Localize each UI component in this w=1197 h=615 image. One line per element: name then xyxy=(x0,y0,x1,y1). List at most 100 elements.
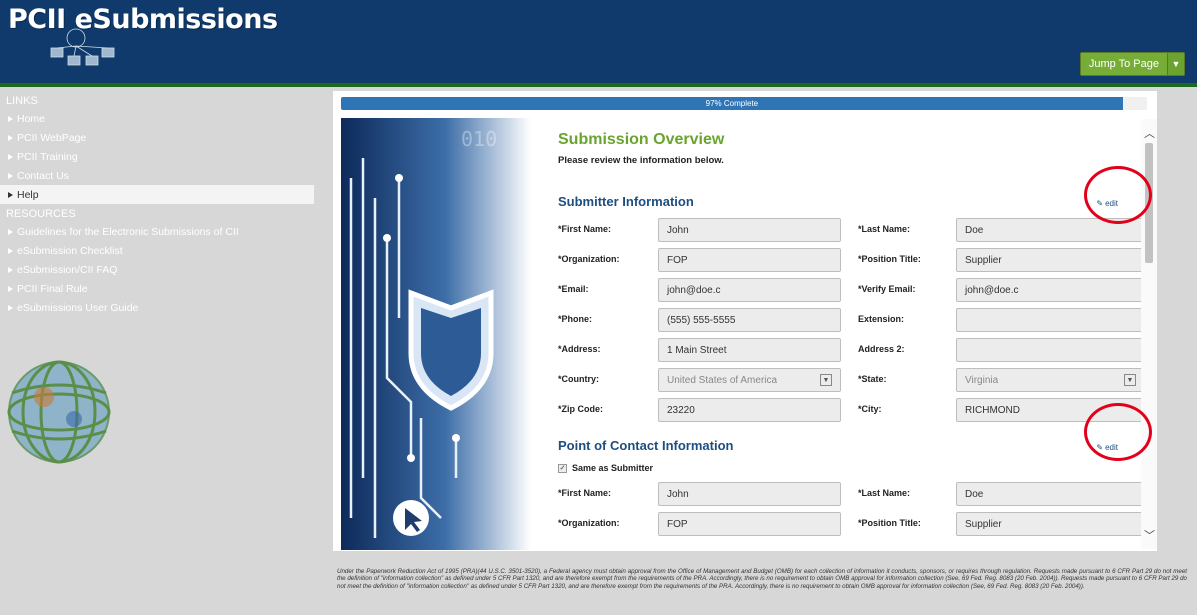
bullet-icon xyxy=(8,304,13,311)
sidebar-item-guidelines[interactable]: Guidelines for the Electronic Submission… xyxy=(0,222,318,241)
sidebar-item-faq[interactable]: eSubmission/CII FAQ xyxy=(0,260,318,279)
page-title: Submission Overview xyxy=(558,131,725,148)
contact-section-title: Point of Contact Information xyxy=(558,438,734,453)
contact-organization-label: *Organization: xyxy=(558,518,620,528)
same-as-submitter-label: Same as Submitter xyxy=(572,463,654,473)
same-as-submitter-checkbox[interactable]: ✓ Same as Submitter xyxy=(558,463,653,473)
verify-email-field[interactable]: john@doe.c xyxy=(956,278,1145,302)
sidebar: LINKS Home PCII WebPage PCII Training Co… xyxy=(0,91,318,561)
sidebar-item-pcii-training[interactable]: PCII Training xyxy=(0,147,318,166)
sidebar-item-label: Contact Us xyxy=(17,169,69,182)
contact-organization-field[interactable]: FOP xyxy=(658,512,841,536)
sidebar-item-checklist[interactable]: eSubmission Checklist xyxy=(0,241,318,260)
sidebar-item-label: eSubmission/CII FAQ xyxy=(17,263,118,276)
position-title-field[interactable]: Supplier xyxy=(956,248,1145,272)
contact-position-title-label: *Position Title: xyxy=(858,518,921,528)
organization-field[interactable]: FOP xyxy=(658,248,841,272)
form-row: *Country: United States of America ▼ *St… xyxy=(558,368,1148,392)
main-panel: 97% Complete 010 Submission Overview Ple… xyxy=(333,91,1157,551)
bullet-icon xyxy=(8,285,13,292)
annotation-circle xyxy=(1084,403,1152,461)
email-field[interactable]: john@doe.c xyxy=(658,278,841,302)
submitter-section-title: Submitter Information xyxy=(558,194,694,209)
state-select[interactable]: Virginia ▼ xyxy=(956,368,1145,392)
chevron-down-icon[interactable]: ▼ xyxy=(1168,53,1184,75)
state-value: Virginia xyxy=(965,374,999,386)
bullet-icon xyxy=(8,134,13,141)
email-label: *Email: xyxy=(558,284,589,294)
jump-to-page-button[interactable]: Jump To Page xyxy=(1080,53,1168,75)
form-row: *First Name: John *Last Name: Doe xyxy=(558,482,1148,506)
first-name-field[interactable]: John xyxy=(658,218,841,242)
sidebar-item-label: PCII WebPage xyxy=(17,131,87,144)
zip-code-label: *Zip Code: xyxy=(558,404,603,414)
sidebar-item-label: Home xyxy=(17,112,46,125)
chevron-down-icon: ▼ xyxy=(1124,374,1136,386)
checkbox-icon[interactable]: ✓ xyxy=(558,463,567,473)
extension-field[interactable] xyxy=(956,308,1145,332)
country-value: United States of America xyxy=(667,374,778,386)
sidebar-item-label: eSubmission Checklist xyxy=(17,244,123,257)
contact-first-name-label: *First Name: xyxy=(558,488,612,498)
sidebar-item-home[interactable]: Home xyxy=(0,109,318,128)
chevron-up-icon[interactable]: ︿ xyxy=(1144,125,1155,141)
submission-overview: Submission Overview Please review the in… xyxy=(558,131,1153,549)
contact-last-name-field[interactable]: Doe xyxy=(956,482,1145,506)
svg-text:010: 010 xyxy=(461,127,497,151)
last-name-label: *Last Name: xyxy=(858,224,911,234)
form-row: *Phone: (555) 555-5555 Extension: xyxy=(558,308,1148,332)
sidebar-item-final-rule[interactable]: PCII Final Rule xyxy=(0,279,318,298)
bullet-icon xyxy=(8,247,13,254)
globe-icon xyxy=(7,360,111,464)
chevron-down-icon: ▼ xyxy=(820,374,832,386)
city-label: *City: xyxy=(858,404,882,414)
form-row: *Organization: FOP *Position Title: Supp… xyxy=(558,512,1148,536)
country-label: *Country: xyxy=(558,374,599,384)
sidebar-item-user-guide[interactable]: eSubmissions User Guide xyxy=(0,298,318,317)
verify-email-label: *Verify Email: xyxy=(858,284,916,294)
contact-position-title-field[interactable]: Supplier xyxy=(956,512,1145,536)
form-row: *Address: 1 Main Street Address 2: xyxy=(558,338,1148,362)
form-row: *Email: john@doe.c *Verify Email: john@d… xyxy=(558,278,1148,302)
sidebar-item-help[interactable]: Help xyxy=(0,185,314,204)
address-label: *Address: xyxy=(558,344,601,354)
annotation-circle xyxy=(1084,166,1152,224)
sidebar-item-label: PCII Final Rule xyxy=(17,282,88,295)
form-row: *Zip Code: 23220 *City: RICHMOND xyxy=(558,398,1148,422)
extension-label: Extension: xyxy=(858,314,905,324)
address2-label: Address 2: xyxy=(858,344,905,354)
sidebar-item-label: eSubmissions User Guide xyxy=(17,301,139,314)
pra-disclaimer: Under the Paperwork Reduction Act of 199… xyxy=(337,568,1187,590)
position-title-label: *Position Title: xyxy=(858,254,921,264)
links-heading: LINKS xyxy=(6,95,38,107)
state-label: *State: xyxy=(858,374,887,384)
bullet-icon xyxy=(8,153,13,160)
bullet-icon xyxy=(8,115,13,122)
jump-to-page-dropdown[interactable]: Jump To Page ▼ xyxy=(1079,52,1185,76)
phone-label: *Phone: xyxy=(558,314,593,324)
bullet-icon xyxy=(8,228,13,235)
address2-field[interactable] xyxy=(956,338,1145,362)
sidebar-item-label: Help xyxy=(17,188,39,201)
form-row: *Organization: FOP *Position Title: Supp… xyxy=(558,248,1148,272)
address-field[interactable]: 1 Main Street xyxy=(658,338,841,362)
organization-label: *Organization: xyxy=(558,254,620,264)
phone-field[interactable]: (555) 555-5555 xyxy=(658,308,841,332)
site-header: PCII eSubmissions Jump To Page ▼ xyxy=(0,0,1197,87)
sidebar-item-contact-us[interactable]: Contact Us xyxy=(0,166,318,185)
bullet-icon xyxy=(8,191,13,198)
sidebar-item-label: Guidelines for the Electronic Submission… xyxy=(17,225,239,238)
network-icon xyxy=(50,28,115,66)
sidebar-item-pcii-webpage[interactable]: PCII WebPage xyxy=(0,128,318,147)
contact-first-name-field[interactable]: John xyxy=(658,482,841,506)
zip-code-field[interactable]: 23220 xyxy=(658,398,841,422)
form-row: *First Name: John *Last Name: Doe xyxy=(558,218,1148,242)
progress-fill: 97% Complete xyxy=(341,97,1123,110)
country-select[interactable]: United States of America ▼ xyxy=(658,368,841,392)
bullet-icon xyxy=(8,172,13,179)
bullet-icon xyxy=(8,266,13,273)
chevron-down-icon[interactable]: ﹀ xyxy=(1144,527,1155,543)
progress-bar: 97% Complete xyxy=(341,97,1147,110)
circuit-shield-illustration: 010 xyxy=(341,118,531,550)
pcii-logo[interactable]: PCII eSubmissions xyxy=(8,4,278,66)
